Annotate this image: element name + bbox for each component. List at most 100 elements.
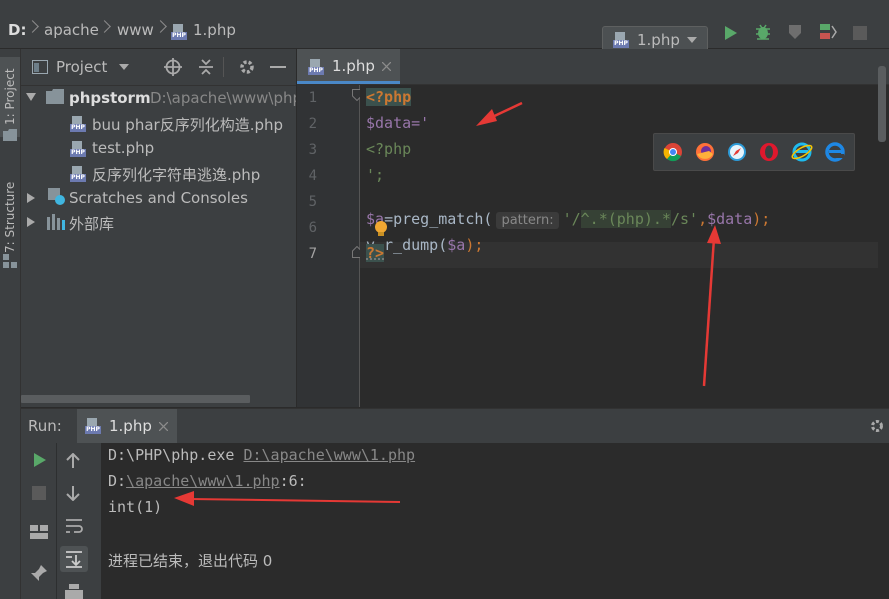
line-number: 3 bbox=[308, 142, 317, 158]
attach-debugger-icon[interactable] bbox=[818, 22, 838, 42]
console-drive: D: bbox=[108, 472, 127, 490]
php-file-icon: PHP bbox=[613, 32, 629, 48]
structure-tool-tab[interactable]: 7: Structure bbox=[0, 167, 20, 267]
gear-icon[interactable] bbox=[869, 418, 885, 434]
breadcrumb-file[interactable]: 1.php bbox=[193, 21, 236, 39]
lightbulb-icon[interactable] bbox=[374, 220, 388, 238]
console-file-link[interactable]: D:\apache\www\1.php bbox=[243, 446, 415, 464]
project-view-label[interactable]: Project bbox=[56, 58, 107, 76]
project-tool-tab[interactable]: 1: Project bbox=[0, 57, 20, 137]
collapsed-arrow-icon[interactable] bbox=[27, 217, 35, 227]
folder-icon bbox=[3, 129, 17, 141]
php-file-icon: PHP bbox=[171, 24, 187, 40]
soft-wrap-icon[interactable] bbox=[65, 518, 83, 534]
rerun-icon[interactable] bbox=[33, 452, 47, 468]
arrow-down-icon[interactable] bbox=[66, 485, 80, 501]
debug-icon[interactable] bbox=[754, 23, 772, 41]
horizontal-scrollbar[interactable] bbox=[21, 395, 250, 403]
breadcrumb-separator-icon bbox=[154, 20, 167, 33]
tree-file-1[interactable]: test.php bbox=[92, 139, 154, 157]
gear-icon[interactable] bbox=[238, 58, 256, 76]
tab-1-php[interactable]: PHP 1.php bbox=[297, 49, 400, 84]
line-number: 4 bbox=[308, 168, 317, 184]
expanded-arrow-icon[interactable] bbox=[26, 93, 36, 101]
collapse-all-icon[interactable] bbox=[197, 58, 215, 76]
console-file-link[interactable]: \apache\www\1.php bbox=[126, 472, 280, 490]
breadcrumb-drive[interactable]: D: bbox=[8, 21, 26, 39]
run-icon[interactable] bbox=[724, 25, 738, 41]
divider bbox=[223, 57, 224, 77]
code-line-4: '; bbox=[366, 166, 385, 184]
code-regex: ^.*(php).* bbox=[580, 210, 671, 228]
code-line-1: <?php bbox=[366, 88, 412, 106]
chevron-down-icon[interactable] bbox=[119, 64, 129, 70]
chrome-icon[interactable] bbox=[663, 142, 683, 162]
firefox-icon[interactable] bbox=[695, 142, 715, 162]
scroll-to-end-button[interactable] bbox=[60, 546, 88, 572]
edge-icon[interactable] bbox=[825, 142, 845, 162]
run-label: Run: bbox=[28, 417, 62, 435]
layout-icon[interactable] bbox=[30, 525, 48, 539]
stop-icon[interactable] bbox=[853, 26, 867, 40]
console-line-number: :6: bbox=[279, 472, 307, 490]
code-var-data: $data bbox=[707, 210, 753, 228]
code-string-start: '/ bbox=[562, 210, 581, 228]
run-panel-header: Run: PHP 1.php bbox=[21, 408, 889, 444]
code-fn-rest: r_dump( bbox=[384, 236, 448, 254]
coverage-icon[interactable] bbox=[786, 23, 804, 41]
project-root-name[interactable]: phpstorm bbox=[69, 89, 151, 107]
project-panel-header: Project bbox=[21, 49, 296, 86]
code-semicolon: ); bbox=[752, 210, 771, 228]
ie-icon[interactable] bbox=[791, 142, 813, 162]
run-config-label: 1.php bbox=[637, 31, 680, 49]
project-view-icon bbox=[32, 60, 48, 74]
tree-file-0[interactable]: buu phar反序列化构造.php bbox=[92, 114, 283, 135]
code-var-a: $a bbox=[447, 236, 466, 254]
code-line-7: ?> bbox=[366, 244, 385, 262]
editor-tab-bar: PHP 1.php bbox=[297, 49, 889, 85]
safari-icon[interactable] bbox=[727, 142, 747, 162]
vertical-scrollbar[interactable] bbox=[878, 66, 886, 142]
library-icon bbox=[47, 214, 65, 230]
chevron-down-icon bbox=[687, 37, 697, 43]
left-tool-stripe: 1: Project 7: Structure bbox=[0, 49, 21, 599]
tree-external-libraries[interactable]: 外部库 bbox=[69, 213, 114, 234]
close-icon[interactable] bbox=[382, 62, 391, 71]
code-line-2: $data=' bbox=[366, 114, 430, 132]
tree-scratches[interactable]: Scratches and Consoles bbox=[69, 189, 248, 207]
structure-tool-tab-label: 7: Structure bbox=[3, 181, 17, 253]
console-line-3: int(1) bbox=[108, 498, 163, 516]
print-icon[interactable] bbox=[65, 584, 83, 599]
php-file-icon: PHP bbox=[70, 141, 86, 157]
opera-icon[interactable] bbox=[759, 142, 779, 162]
scroll-to-end-icon bbox=[66, 551, 82, 568]
console-command: D:\PHP\php.exe bbox=[108, 446, 244, 464]
stop-icon[interactable] bbox=[32, 486, 46, 500]
breadcrumb-separator-icon bbox=[98, 20, 111, 33]
close-icon[interactable] bbox=[159, 422, 168, 431]
code-comma: , bbox=[698, 210, 708, 228]
line-number: 5 bbox=[308, 194, 317, 210]
collapsed-arrow-icon[interactable] bbox=[27, 193, 35, 203]
run-tab[interactable]: PHP 1.php bbox=[77, 409, 177, 443]
hide-panel-icon[interactable] bbox=[270, 66, 286, 69]
php-file-icon: PHP bbox=[85, 418, 101, 434]
pin-icon[interactable] bbox=[30, 564, 48, 582]
breadcrumb-apache[interactable]: apache bbox=[44, 21, 99, 39]
php-file-icon: PHP bbox=[70, 116, 86, 132]
breadcrumb-separator-icon bbox=[26, 20, 39, 33]
parameter-hint: pattern: bbox=[496, 212, 559, 229]
arrow-up-icon[interactable] bbox=[66, 453, 80, 469]
console-line-2: D:\apache\www\1.php:6: bbox=[108, 472, 307, 490]
locate-file-icon[interactable] bbox=[164, 58, 182, 76]
tree-file-2[interactable]: 反序列化字符串逃逸.php bbox=[92, 164, 260, 185]
code-line-3: <?php bbox=[366, 140, 412, 158]
menu-bar[interactable] bbox=[0, 0, 889, 8]
line-number: 7 bbox=[308, 246, 317, 262]
line-number: 6 bbox=[308, 220, 317, 236]
console-output[interactable] bbox=[101, 443, 889, 599]
php-file-icon: PHP bbox=[308, 59, 324, 75]
console-line-1: D:\PHP\php.exe D:\apache\www\1.php bbox=[108, 446, 415, 464]
breadcrumb-www[interactable]: www bbox=[117, 21, 154, 39]
php-file-icon: PHP bbox=[70, 166, 86, 182]
